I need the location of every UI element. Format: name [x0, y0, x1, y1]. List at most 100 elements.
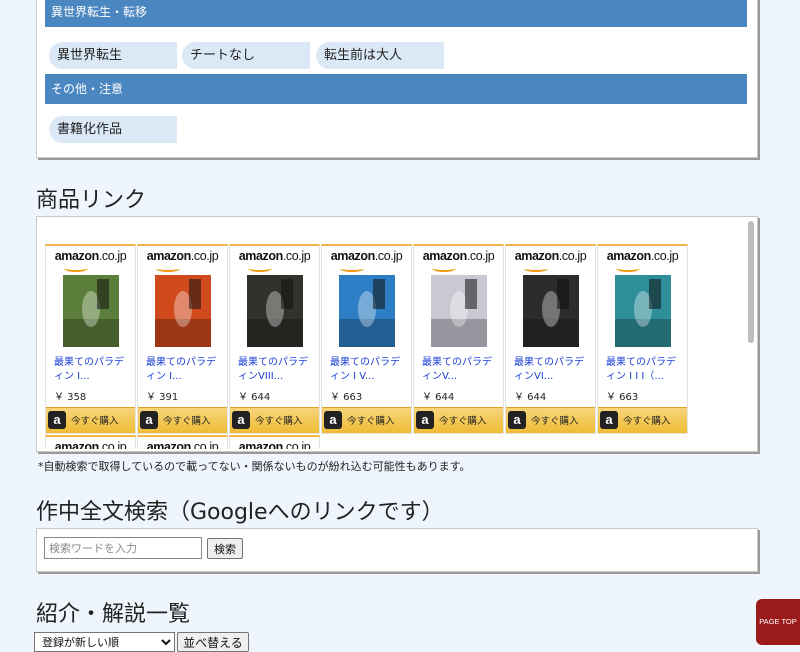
- book-cover-image[interactable]: [247, 275, 303, 347]
- product-title-link[interactable]: 最果てのパラディンVIII...: [238, 356, 315, 384]
- book-cover-image[interactable]: [431, 275, 487, 347]
- product-card[interactable]: amazon.co.jp: [229, 435, 320, 449]
- product-card[interactable]: amazon.co.jp 最果てのパラディンVI... ￥ 644 a 今すぐ購入: [505, 244, 596, 434]
- amazon-logo: amazon.co.jp: [322, 249, 411, 263]
- amazon-a-icon: a: [324, 411, 342, 429]
- product-card[interactable]: amazon.co.jp 最果てのパラディンV... ￥ 644 a 今すぐ購入: [413, 244, 504, 434]
- buy-now-label: 今すぐ購入: [623, 416, 671, 427]
- buy-now-button[interactable]: a 今すぐ購入: [322, 407, 411, 433]
- buy-now-button[interactable]: a 今すぐ購入: [506, 407, 595, 433]
- book-cover-image[interactable]: [155, 275, 211, 347]
- product-card[interactable]: amazon.co.jp 最果てのパラディン I... ￥ 391 a 今すぐ購入: [137, 244, 228, 434]
- scrollbar-thumb[interactable]: [748, 221, 754, 343]
- amazon-logo-suffix: .co.jp: [282, 249, 311, 263]
- buy-now-label: 今すぐ購入: [71, 416, 119, 427]
- buy-now-button[interactable]: a 今すぐ購入: [414, 407, 503, 433]
- product-title-link[interactable]: 最果てのパラディンVI...: [514, 356, 591, 384]
- amazon-smile-icon: [524, 265, 548, 272]
- buy-now-button[interactable]: a 今すぐ購入: [598, 407, 687, 433]
- amazon-logo-suffix: .co.jp: [282, 440, 311, 449]
- search-button[interactable]: 検索: [207, 538, 243, 559]
- amazon-logo: amazon.co.jp: [598, 249, 687, 263]
- product-price: ￥ 663: [330, 392, 363, 403]
- product-title-link[interactable]: 最果てのパラディン I...: [54, 356, 131, 384]
- product-card[interactable]: amazon.co.jp: [45, 435, 136, 449]
- product-scrollbar[interactable]: [747, 221, 755, 447]
- amazon-logo-suffix: .co.jp: [190, 249, 219, 263]
- amazon-logo-suffix: .co.jp: [650, 249, 679, 263]
- amazon-logo-text: amazon: [238, 249, 284, 263]
- amazon-a-icon: a: [600, 411, 618, 429]
- product-title-link[interactable]: 最果てのパラディン I...: [146, 356, 223, 384]
- product-price: ￥ 644: [422, 392, 455, 403]
- product-price: ￥ 644: [514, 392, 547, 403]
- amazon-logo-suffix: .co.jp: [98, 249, 127, 263]
- amazon-logo: amazon.co.jp: [230, 440, 319, 449]
- buy-now-label: 今すぐ購入: [255, 416, 303, 427]
- product-price: ￥ 358: [54, 392, 87, 403]
- product-title-link[interactable]: 最果てのパラディン I I I（...: [606, 356, 683, 384]
- amazon-logo-suffix: .co.jp: [98, 440, 127, 449]
- product-card[interactable]: amazon.co.jp 最果てのパラディンVIII... ￥ 644 a 今すぐ購入: [229, 244, 320, 434]
- amazon-smile-icon: [248, 265, 272, 272]
- amazon-smile-icon: [156, 265, 180, 272]
- amazon-logo-suffix: .co.jp: [374, 249, 403, 263]
- buy-now-label: 今すぐ購入: [439, 416, 487, 427]
- auto-search-note: *自動検索で取得しているので載ってない・関係ないものが紛れ込む可能性もあります。: [38, 460, 471, 473]
- product-price: ￥ 391: [146, 392, 179, 403]
- amazon-smile-icon: [432, 265, 456, 272]
- amazon-a-icon: a: [48, 411, 66, 429]
- amazon-a-icon: a: [140, 411, 158, 429]
- product-links-panel: amazon.co.jp 最果てのパラディン I... ￥ 358 a 今すぐ購入 ama…: [36, 216, 758, 452]
- sort-button[interactable]: 並べ替える: [177, 632, 249, 652]
- amazon-logo-text: amazon: [238, 440, 284, 449]
- product-card[interactable]: amazon.co.jp 最果てのパラディン I... ￥ 358 a 今すぐ購入: [45, 244, 136, 434]
- product-title-link[interactable]: 最果てのパラディン I V...: [330, 356, 407, 384]
- tag-item[interactable]: チートなし: [182, 42, 310, 69]
- product-price: ￥ 663: [606, 392, 639, 403]
- product-card[interactable]: amazon.co.jp 最果てのパラディン I V... ￥ 663 a 今すぐ購入: [321, 244, 412, 434]
- buy-now-label: 今すぐ購入: [163, 416, 211, 427]
- product-card[interactable]: amazon.co.jp: [137, 435, 228, 449]
- amazon-smile-icon: [616, 265, 640, 272]
- search-section-title: 作中全文検索（Googleへのリンクです）: [36, 500, 444, 525]
- amazon-a-icon: a: [416, 411, 434, 429]
- search-input[interactable]: [44, 537, 202, 559]
- amazon-logo: amazon.co.jp: [138, 440, 227, 449]
- tag-panel: 異世界転生・転移 異世界転生 チートなし 転生前は大人 その他・注意 書籍化作品: [36, 0, 758, 158]
- amazon-logo: amazon.co.jp: [230, 249, 319, 263]
- products-section-title: 商品リンク: [36, 188, 147, 213]
- amazon-logo: amazon.co.jp: [46, 440, 135, 449]
- tag-item[interactable]: 書籍化作品: [49, 116, 177, 143]
- amazon-logo-suffix: .co.jp: [190, 440, 219, 449]
- amazon-logo-suffix: .co.jp: [558, 249, 587, 263]
- amazon-a-icon: a: [508, 411, 526, 429]
- product-card[interactable]: amazon.co.jp 最果てのパラディン I I I（... ￥ 663 a 今すぐ…: [597, 244, 688, 434]
- book-cover-image[interactable]: [523, 275, 579, 347]
- amazon-smile-icon: [64, 265, 88, 272]
- tag-item[interactable]: 異世界転生: [49, 42, 177, 69]
- amazon-logo-text: amazon: [330, 249, 376, 263]
- amazon-logo-text: amazon: [54, 249, 100, 263]
- amazon-logo: amazon.co.jp: [414, 249, 503, 263]
- product-title-link[interactable]: 最果てのパラディンV...: [422, 356, 499, 384]
- amazon-logo-text: amazon: [606, 249, 652, 263]
- amazon-logo: amazon.co.jp: [138, 249, 227, 263]
- buy-now-button[interactable]: a 今すぐ購入: [230, 407, 319, 433]
- amazon-smile-icon: [340, 265, 364, 272]
- amazon-logo-text: amazon: [146, 249, 192, 263]
- tag-item[interactable]: 転生前は大人: [316, 42, 444, 69]
- book-cover-image[interactable]: [339, 275, 395, 347]
- page-top-button[interactable]: PAGE TOP: [756, 599, 800, 645]
- sort-select[interactable]: 登録が新しい順: [34, 632, 175, 652]
- amazon-logo-suffix: .co.jp: [466, 249, 495, 263]
- buy-now-button[interactable]: a 今すぐ購入: [46, 407, 135, 433]
- tag-category-header: その他・注意: [45, 74, 747, 104]
- tag-category-header: 異世界転生・転移: [45, 0, 747, 27]
- book-cover-image[interactable]: [63, 275, 119, 347]
- amazon-logo-text: amazon: [54, 440, 100, 449]
- book-cover-image[interactable]: [615, 275, 671, 347]
- amazon-logo-text: amazon: [422, 249, 468, 263]
- product-grid: amazon.co.jp 最果てのパラディン I... ￥ 358 a 今すぐ購入 ama…: [45, 244, 700, 449]
- buy-now-button[interactable]: a 今すぐ購入: [138, 407, 227, 433]
